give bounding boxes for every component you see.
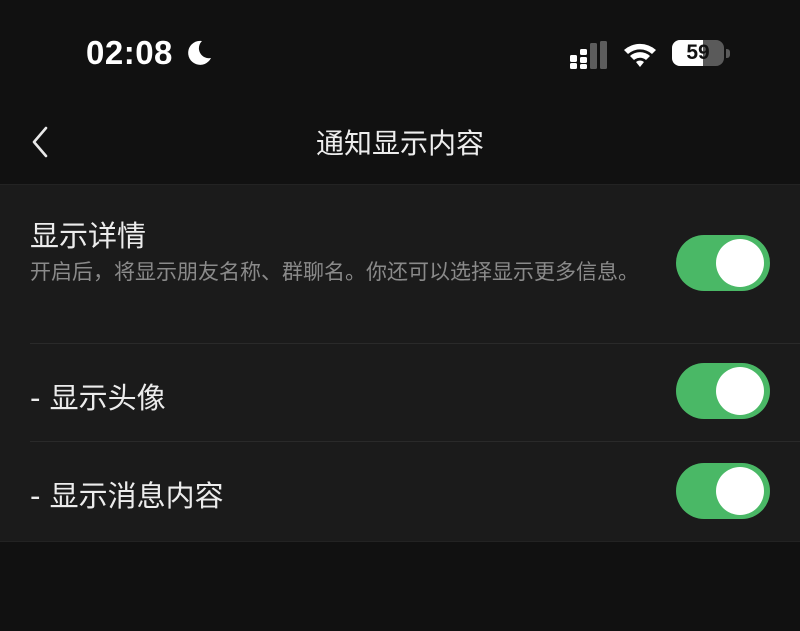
setting-label: - 显示头像: [30, 381, 166, 415]
setting-show-details: 显示详情 开启后，将显示朋友名称、群聊名。你还可以选择显示更多信息。: [0, 185, 800, 343]
status-time: 02:08: [86, 34, 173, 71]
setting-show-message-content: - 显示消息内容: [0, 441, 800, 541]
setting-description: 开启后，将显示朋友名称、群聊名。你还可以选择显示更多信息。: [30, 260, 639, 284]
page-title: 通知显示内容: [315, 127, 484, 160]
status-bar: 02:08 59: [0, 0, 800, 100]
show-message-content-toggle[interactable]: [676, 463, 770, 519]
setting-label: 显示详情: [30, 219, 147, 253]
show-avatar-toggle[interactable]: [676, 363, 770, 419]
toggle-knob: [716, 239, 764, 287]
signal-icon: [570, 41, 607, 69]
nav-bar: 通知显示内容: [0, 100, 800, 184]
toggle-knob: [716, 367, 764, 415]
show-details-toggle[interactable]: [676, 235, 770, 291]
battery-percent: 59: [686, 41, 710, 64]
setting-label: - 显示消息内容: [30, 479, 224, 513]
battery-icon: 59: [672, 40, 730, 68]
settings-panel: 显示详情 开启后，将显示朋友名称、群聊名。你还可以选择显示更多信息。 - 显示头…: [0, 184, 800, 542]
moon-icon: [188, 40, 211, 65]
wifi-icon: [624, 43, 656, 67]
toggle-knob: [716, 467, 764, 515]
setting-show-avatar: - 显示头像: [0, 343, 800, 441]
